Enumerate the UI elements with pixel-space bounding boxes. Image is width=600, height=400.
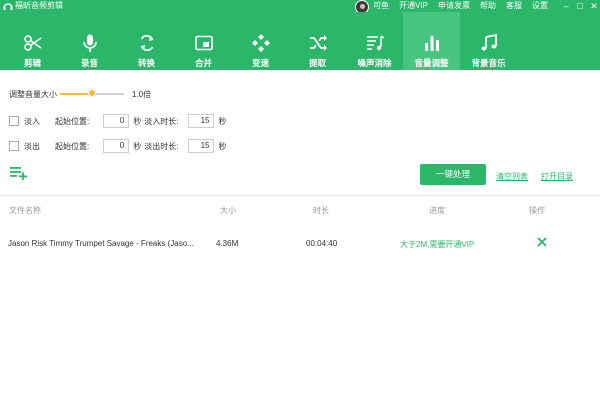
fade-out-label: 淡出: [24, 141, 40, 151]
open-vip-link[interactable]: 开通VIP: [399, 0, 428, 12]
add-files-icon[interactable]: [10, 166, 28, 180]
fade-in-start-unit: 秒: [133, 116, 142, 126]
fade-out-checkbox[interactable]: [9, 141, 19, 151]
tool-noise-removal-label: 噪声消除: [357, 58, 392, 68]
tool-merge[interactable]: 合并: [175, 12, 232, 70]
header-progress: 进度: [429, 206, 445, 215]
username-link[interactable]: 可鱼: [373, 0, 389, 12]
tool-speed[interactable]: 变速: [232, 12, 289, 70]
row-progress-status[interactable]: 大于2M,需要开通VIP: [400, 239, 474, 250]
speed-icon: [250, 32, 272, 54]
fade-in-duration-unit: 秒: [218, 116, 227, 126]
row-duration: 00:04:40: [306, 239, 338, 248]
fade-out-start-unit: 秒: [133, 141, 142, 151]
row-file-name: Jason Risk Timmy Trumpet Savage - Freaks…: [8, 239, 194, 248]
fade-out-start-label: 起始位置:: [55, 141, 90, 151]
fade-out-duration-label: 淡出时长:: [144, 141, 179, 151]
volume-label: 调整音量大小: [9, 90, 57, 99]
volume-value: 1.0倍: [132, 90, 152, 99]
tool-merge-label: 合并: [194, 58, 212, 68]
tool-volume-adjust-label: 音量调整: [414, 58, 449, 68]
maximize-icon[interactable]: □: [574, 0, 586, 12]
fade-in-start-input[interactable]: 0: [103, 114, 130, 128]
title-bar: 福昕音频剪辑 可鱼 开通VIP 申请发票 帮助 客服 设置 – □ ✕: [0, 0, 600, 14]
fade-out-duration-input[interactable]: 15: [188, 139, 215, 153]
divider: [0, 195, 600, 196]
tool-convert-label: 转换: [137, 58, 155, 68]
invoice-link[interactable]: 申请发票: [438, 0, 470, 12]
fade-in-duration-label: 淡入时长:: [144, 116, 179, 126]
settings-link[interactable]: 设置: [532, 0, 548, 12]
fade-in-label: 淡入: [24, 116, 40, 126]
process-button[interactable]: 一键处理: [420, 164, 486, 185]
clear-list-link[interactable]: 清空列表: [496, 171, 528, 182]
fade-in-duration-input[interactable]: 15: [188, 114, 215, 128]
fade-in-checkbox[interactable]: [9, 116, 19, 126]
tool-background-music[interactable]: 背景音乐: [460, 12, 517, 70]
header-file-name: 文件名称: [9, 206, 41, 215]
close-x-icon[interactable]: [536, 236, 548, 248]
header-size: 大小: [220, 206, 236, 215]
fade-out-duration-unit: 秒: [218, 141, 227, 151]
tool-background-music-label: 背景音乐: [471, 58, 506, 68]
main-toolbar: 剪辑 录音 转换 合并 变速 提取 噪声消除 音量调整 背景音乐: [0, 12, 600, 70]
close-icon[interactable]: ✕: [588, 0, 600, 12]
extract-icon: [307, 32, 329, 54]
fade-in-start-label: 起始位置:: [55, 116, 90, 126]
music-note-icon: [478, 32, 500, 54]
tool-record-label: 录音: [80, 58, 98, 68]
tool-cut-label: 剪辑: [23, 58, 41, 68]
volume-bars-icon: [421, 32, 443, 54]
help-link[interactable]: 帮助: [480, 0, 496, 12]
row-size: 4.36M: [216, 239, 239, 248]
app-logo-icon: [3, 3, 13, 10]
scissors-icon: [22, 32, 44, 54]
fade-out-start-input[interactable]: 0: [103, 139, 130, 153]
merge-icon: [193, 32, 215, 54]
fade-out-row: 淡出 起始位置: 0 秒 淡出时长: 15 秒: [9, 138, 226, 154]
minimize-icon[interactable]: –: [560, 0, 572, 12]
noise-removal-icon: [364, 32, 386, 54]
header-duration: 时长: [313, 206, 329, 215]
app-title: 福昕音频剪辑: [15, 1, 63, 10]
tool-convert[interactable]: 转换: [118, 12, 175, 70]
open-folder-link[interactable]: 打开目录: [541, 171, 573, 182]
convert-icon: [136, 32, 158, 54]
tool-noise-removal[interactable]: 噪声消除: [346, 12, 403, 70]
volume-slider-handle[interactable]: [88, 89, 96, 97]
fade-in-row: 淡入 起始位置: 0 秒 淡入时长: 15 秒: [9, 113, 226, 129]
tool-extract[interactable]: 提取: [289, 12, 346, 70]
tool-volume-adjust[interactable]: 音量调整: [403, 12, 460, 70]
support-link[interactable]: 客服: [506, 0, 522, 12]
tool-extract-label: 提取: [308, 58, 326, 68]
tool-speed-label: 变速: [251, 58, 269, 68]
tool-cut[interactable]: 剪辑: [4, 12, 61, 70]
tool-record[interactable]: 录音: [61, 12, 118, 70]
microphone-icon: [79, 32, 101, 54]
header-actions: 操作: [529, 206, 545, 215]
